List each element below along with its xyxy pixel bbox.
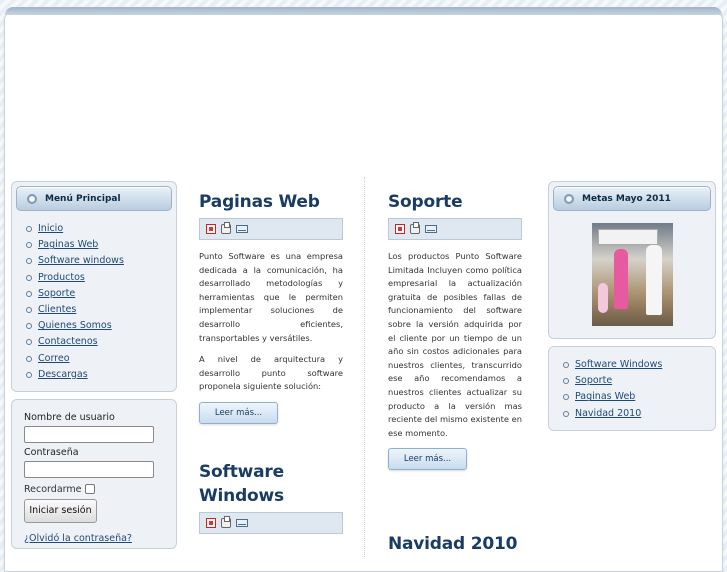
password-label: Contraseña [24,446,79,458]
bullet-icon [26,339,32,346]
bullet-icon [26,355,32,362]
menu-item-productos[interactable]: Productos [26,270,172,286]
article-paginas-web: Paginas Web Punto Software es una empres… [199,190,343,424]
read-more-button[interactable]: Leer más... [388,448,467,471]
bullet-icon [564,193,574,204]
photo-banner [597,229,658,245]
menu-link[interactable]: Software windows [38,253,124,269]
username-label: Nombre de usuario [24,411,115,423]
pdf-icon[interactable] [395,224,405,234]
metas-header: Metas Mayo 2011 [553,186,711,211]
bullet-icon [563,394,569,401]
bullet-icon [26,258,32,265]
bullet-icon [26,290,32,297]
metas-box: Metas Mayo 2011 [548,181,716,339]
right-column: Metas Mayo 2011 Software Windows Soporte… [548,181,716,431]
pdf-icon[interactable] [206,518,216,528]
remember-checkbox[interactable] [85,484,96,495]
article-title[interactable]: Navidad 2010 [388,532,532,556]
menu-item-descargas[interactable]: Descargas [26,367,172,383]
link[interactable]: Software Windows [575,357,662,373]
article-soporte: Soporte Los productos Punto Software Lim… [388,190,522,471]
menu-item-contactenos[interactable]: Contactenos [26,334,172,350]
bullet-icon [563,378,569,385]
read-more-button[interactable]: Leer más... [199,401,278,424]
login-button[interactable]: Iniciar sesión [24,498,97,523]
main-menu-header: Menú Principal [16,186,172,211]
bullet-icon [26,307,32,314]
photo-person [613,249,628,309]
bullet-icon [26,323,32,330]
article-body: Punto Software es una empresa dedicada a… [199,250,343,394]
bullet-icon [26,274,32,281]
email-icon[interactable] [236,225,248,233]
pdf-icon[interactable] [206,224,216,234]
menu-item-inicio[interactable]: Inicio [26,221,172,237]
login-box: Nombre de usuario Contraseña Recordarme … [11,398,177,549]
link[interactable]: Paginas Web [575,389,635,405]
menu-item-correo[interactable]: Correo [26,351,172,367]
photo-person [645,245,662,315]
menu-item-soporte[interactable]: Soporte [26,286,172,302]
article-paragraph: A nivel de arquitectura y desarrollo pun… [199,354,343,392]
menu-item-clientes[interactable]: Clientes [26,302,172,318]
link[interactable]: Soporte [575,373,612,389]
forgot-password-link[interactable]: ¿Olvidó la contraseña? [24,533,164,544]
link-item[interactable]: Paginas Web [563,389,711,405]
main-menu-list: Inicio Paginas Web Software windows Prod… [16,221,172,383]
bullet-icon [26,242,32,249]
article-navidad: Navidad 2010 [388,532,532,556]
remember-label: Recordarme [24,483,82,495]
article-title[interactable]: Paginas Web [199,190,343,214]
print-icon[interactable] [221,516,231,528]
article-icons-bar [199,512,343,534]
email-icon[interactable] [425,225,437,233]
main-menu-title: Menú Principal [45,193,121,204]
menu-link[interactable]: Soporte [38,286,75,302]
username-input[interactable] [24,425,154,443]
metas-title: Metas Mayo 2011 [582,193,671,204]
metas-photo[interactable] [591,223,673,326]
article-icons-bar [199,218,343,240]
print-icon[interactable] [221,222,231,234]
link[interactable]: Navidad 2010 [575,406,641,422]
menu-link[interactable]: Paginas Web [38,237,98,253]
bullet-icon [563,410,569,417]
print-icon[interactable] [410,222,420,234]
menu-link[interactable]: Quienes Somos [38,318,112,334]
bullet-icon [27,193,37,204]
column-divider [364,177,365,557]
menu-item-software-windows[interactable]: Software windows [26,253,172,269]
menu-link[interactable]: Clientes [38,302,76,318]
latest-links-box: Software Windows Soporte Paginas Web Nav… [548,346,716,431]
menu-link[interactable]: Inicio [38,221,63,237]
menu-link[interactable]: Contactenos [38,334,98,350]
left-column: Menú Principal Inicio Paginas Web Softwa… [11,181,177,549]
latest-links-list: Software Windows Soporte Paginas Web Nav… [553,357,711,422]
article-paragraph: Los productos Punto Software Limitada In… [388,251,522,438]
remember-row: Recordarme [24,484,164,495]
menu-link[interactable]: Productos [38,270,85,286]
bullet-icon [26,226,32,233]
article-software-windows: Software Windows [199,460,343,534]
bullet-icon [26,371,32,378]
link-item[interactable]: Software Windows [563,357,711,373]
menu-item-quienes-somos[interactable]: Quienes Somos [26,318,172,334]
article-title[interactable]: Software Windows [199,460,289,508]
menu-link[interactable]: Descargas [38,367,88,383]
article-title[interactable]: Soporte [388,190,522,214]
email-icon[interactable] [236,519,248,527]
password-input[interactable] [24,460,154,478]
link-item[interactable]: Soporte [563,373,711,389]
main-menu-box: Menú Principal Inicio Paginas Web Softwa… [11,181,177,392]
menu-item-paginas-web[interactable]: Paginas Web [26,237,172,253]
photo-person [597,283,608,313]
link-item[interactable]: Navidad 2010 [563,406,711,422]
article-paragraph: Punto Software es una empresa dedicada a… [199,251,343,343]
bullet-icon [563,362,569,369]
article-body: Los productos Punto Software Limitada In… [388,250,522,440]
article-icons-bar [388,218,522,240]
menu-link[interactable]: Correo [38,351,70,367]
